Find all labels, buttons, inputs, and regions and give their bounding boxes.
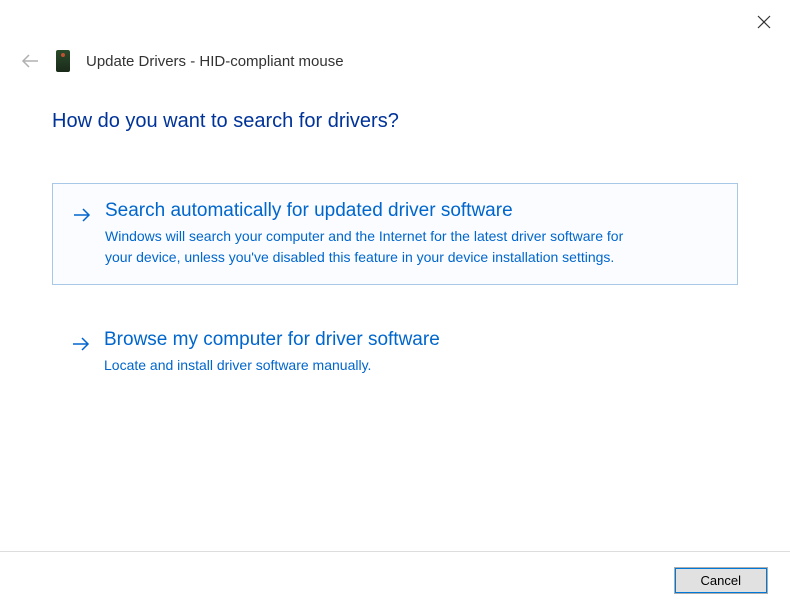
content-area: How do you want to search for drivers? S… [52,110,738,420]
close-icon [757,15,771,29]
option-browse-computer[interactable]: Browse my computer for driver software L… [52,313,738,392]
option-description: Locate and install driver software manua… [104,355,644,376]
arrow-right-icon [72,335,90,356]
footer: Cancel [0,551,790,609]
option-search-automatically[interactable]: Search automatically for updated driver … [52,183,738,285]
arrow-right-icon [73,206,91,227]
option-title: Search automatically for updated driver … [105,200,717,222]
device-icon [56,50,70,72]
window-title: Update Drivers - HID-compliant mouse [86,53,344,70]
close-button[interactable] [752,10,776,34]
back-arrow-icon [20,53,40,69]
question-heading: How do you want to search for drivers? [52,110,738,133]
header: Update Drivers - HID-compliant mouse [20,50,344,72]
option-title: Browse my computer for driver software [104,329,718,351]
cancel-button[interactable]: Cancel [674,567,768,594]
option-description: Windows will search your computer and th… [105,226,645,268]
back-button [20,51,40,71]
